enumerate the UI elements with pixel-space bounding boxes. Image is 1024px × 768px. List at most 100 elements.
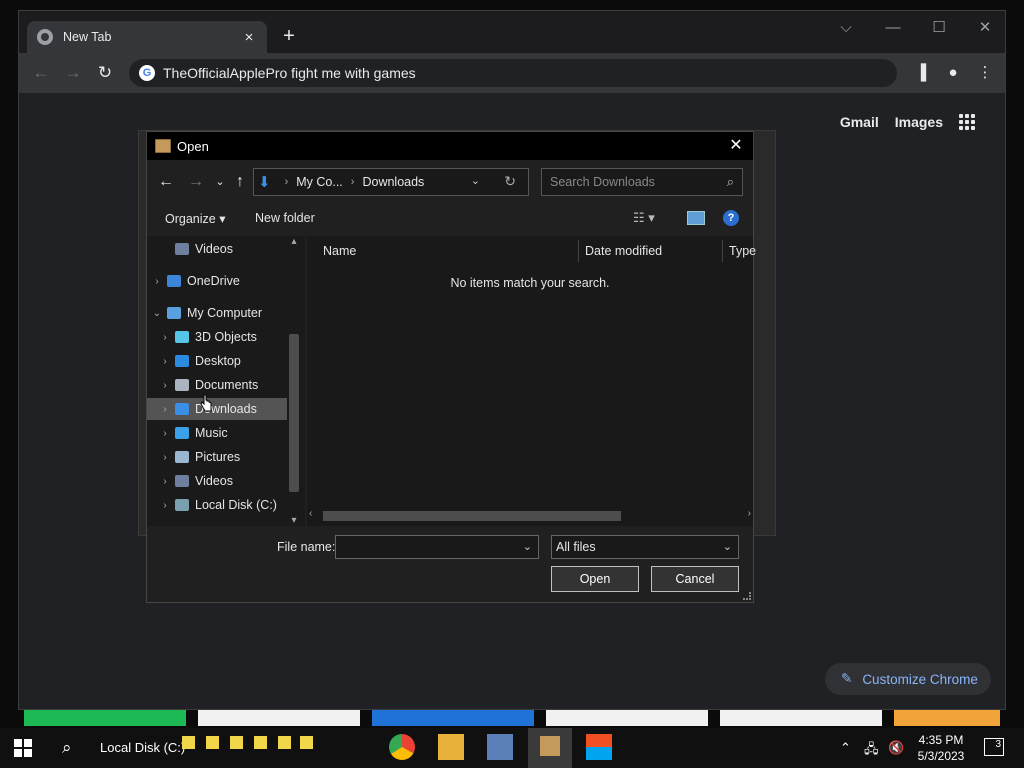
sticky-note-icon[interactable] bbox=[182, 736, 195, 749]
chrome-taskbar-icon[interactable] bbox=[389, 734, 415, 760]
gmail-link[interactable]: Gmail bbox=[840, 114, 879, 130]
search-icon[interactable]: ⌕ bbox=[62, 738, 72, 758]
remote-desktop-icon[interactable] bbox=[487, 734, 513, 760]
volume-muted-icon[interactable]: 🔇 bbox=[888, 740, 904, 756]
forward-icon[interactable]: → bbox=[185, 171, 207, 193]
tab-title: New Tab bbox=[63, 30, 112, 44]
tree-item-3d-objects[interactable]: › 3D Objects bbox=[147, 326, 287, 348]
column-header-date[interactable]: Date modified bbox=[579, 240, 723, 262]
sticky-note-icon[interactable] bbox=[230, 736, 243, 749]
address-breadcrumb[interactable]: ⬇ › My Co... › Downloads ⌄ ↻ bbox=[253, 168, 529, 196]
shortcut-tile[interactable] bbox=[546, 710, 708, 726]
taskbar-search-label[interactable]: Local Disk (C:) bbox=[100, 740, 185, 755]
sticky-note-icon[interactable] bbox=[254, 736, 267, 749]
reload-icon[interactable]: ↻ bbox=[93, 61, 117, 85]
chevron-right-icon[interactable]: › bbox=[157, 332, 173, 343]
tab-search-icon[interactable]: ⌵ bbox=[834, 19, 858, 39]
preview-pane-icon[interactable] bbox=[687, 211, 705, 225]
close-window-button[interactable]: ✕ bbox=[973, 19, 997, 39]
back-icon[interactable]: ← bbox=[155, 171, 177, 193]
shortcut-tile[interactable] bbox=[720, 710, 882, 726]
file-list-pane: Name Date modified Type No items match y… bbox=[307, 236, 756, 526]
customize-chrome-button[interactable]: ✎ Customize Chrome bbox=[825, 663, 991, 695]
tree-item-videos[interactable]: › Videos bbox=[147, 470, 287, 492]
chevron-right-icon[interactable]: › bbox=[157, 356, 173, 367]
breadcrumb-item[interactable]: My Co... bbox=[296, 175, 343, 189]
scroll-right-icon[interactable]: › bbox=[748, 508, 751, 519]
horizontal-scrollbar[interactable]: ‹ › bbox=[307, 508, 753, 524]
chevron-down-icon[interactable]: ⌄ bbox=[523, 540, 532, 553]
cancel-button[interactable]: Cancel bbox=[651, 566, 739, 592]
tree-item-my-computer[interactable]: ⌄ My Computer bbox=[147, 302, 287, 324]
images-link[interactable]: Images bbox=[895, 114, 943, 130]
tree-item-onedrive[interactable]: › OneDrive bbox=[147, 270, 287, 292]
shortcut-tile[interactable] bbox=[198, 710, 360, 726]
tree-item-local-disk-c[interactable]: › Local Disk (C:) bbox=[147, 494, 287, 516]
windows-start-icon[interactable] bbox=[14, 739, 32, 757]
chevron-right-icon[interactable]: › bbox=[157, 476, 173, 487]
profile-icon[interactable]: ● bbox=[941, 61, 965, 85]
apps-grid-icon[interactable] bbox=[959, 114, 975, 130]
side-panel-icon[interactable]: ▐ bbox=[909, 61, 933, 85]
open-dialog-taskbar-item[interactable] bbox=[528, 728, 572, 768]
address-bar[interactable]: G TheOfficialApplePro fight me with game… bbox=[129, 59, 897, 87]
file-name-input[interactable]: ⌄ bbox=[335, 535, 539, 559]
clock[interactable]: 4:35 PM 5/3/2023 bbox=[916, 732, 966, 764]
new-tab-button[interactable]: + bbox=[277, 25, 301, 49]
minimize-button[interactable]: — bbox=[881, 19, 905, 39]
scroll-up-icon[interactable]: ▴ bbox=[287, 236, 301, 247]
scroll-left-icon[interactable]: ‹ bbox=[309, 508, 312, 519]
view-options-icon[interactable]: ☷ ▾ bbox=[633, 210, 655, 226]
shortcut-tile[interactable] bbox=[24, 710, 186, 726]
tree-item-pictures[interactable]: › Pictures bbox=[147, 446, 287, 468]
tree-item-downloads[interactable]: › Downloads bbox=[147, 398, 287, 420]
nav-scrollbar[interactable]: ▴ ▾ bbox=[287, 236, 301, 526]
sticky-note-icon[interactable] bbox=[206, 736, 219, 749]
tab-close-icon[interactable]: × bbox=[241, 29, 257, 46]
tree-item-documents[interactable]: › Documents bbox=[147, 374, 287, 396]
menu-icon[interactable]: ⋮ bbox=[973, 61, 997, 85]
tab-new-tab[interactable]: New Tab × bbox=[27, 21, 267, 53]
tree-item-desktop[interactable]: › Desktop bbox=[147, 350, 287, 372]
column-header-type[interactable]: Type bbox=[723, 240, 756, 262]
dialog-close-button[interactable]: ✕ bbox=[725, 136, 747, 156]
chevron-up-icon[interactable]: ⌃ bbox=[840, 740, 851, 756]
file-explorer-icon[interactable] bbox=[438, 734, 464, 760]
tree-item-videos[interactable]: Videos bbox=[147, 238, 287, 260]
chevron-right-icon[interactable]: › bbox=[157, 452, 173, 463]
recent-dropdown-icon[interactable]: ⌄ bbox=[209, 171, 231, 193]
chevron-right-icon[interactable]: › bbox=[149, 276, 165, 287]
search-input[interactable]: Search Downloads ⌕ bbox=[541, 168, 743, 196]
taskbar: ⌕ Local Disk (C:) ⌃ 🖧 🔇 4:35 PM 5/3/2023… bbox=[0, 728, 1024, 768]
microsoft-store-icon[interactable] bbox=[586, 734, 612, 760]
new-folder-button[interactable]: New folder bbox=[255, 211, 315, 225]
tree-item-music[interactable]: › Music bbox=[147, 422, 287, 444]
network-icon[interactable]: 🖧 bbox=[864, 740, 879, 762]
chevron-down-icon[interactable]: ⌄ bbox=[471, 174, 480, 187]
file-type-select[interactable]: All files ⌄ bbox=[551, 535, 739, 559]
chevron-right-icon[interactable]: › bbox=[157, 404, 173, 415]
scroll-thumb[interactable] bbox=[323, 511, 621, 521]
back-icon[interactable]: ← bbox=[29, 61, 53, 85]
forward-icon[interactable]: → bbox=[61, 61, 85, 85]
resize-grip-icon[interactable] bbox=[743, 592, 751, 600]
open-button[interactable]: Open bbox=[551, 566, 639, 592]
chevron-right-icon[interactable]: › bbox=[157, 428, 173, 439]
scroll-thumb[interactable] bbox=[289, 334, 299, 492]
organize-button[interactable]: Organize ▾ bbox=[165, 211, 225, 226]
sticky-note-icon[interactable] bbox=[278, 736, 291, 749]
sticky-note-icon[interactable] bbox=[300, 736, 313, 749]
shortcut-tile[interactable] bbox=[894, 710, 1000, 726]
notification-center-icon[interactable]: 3 bbox=[984, 738, 1004, 756]
chevron-right-icon[interactable]: › bbox=[157, 500, 173, 511]
scroll-down-icon[interactable]: ▾ bbox=[287, 515, 301, 526]
chevron-down-icon[interactable]: ⌄ bbox=[149, 308, 165, 319]
breadcrumb-item[interactable]: Downloads bbox=[362, 175, 424, 189]
help-icon[interactable]: ? bbox=[723, 210, 739, 226]
maximize-button[interactable]: ☐ bbox=[927, 19, 951, 39]
refresh-icon[interactable]: ↻ bbox=[504, 173, 516, 190]
column-header-name[interactable]: Name bbox=[307, 240, 579, 262]
up-icon[interactable]: ↑ bbox=[229, 171, 251, 193]
chevron-right-icon[interactable]: › bbox=[157, 380, 173, 391]
shortcut-tile[interactable] bbox=[372, 710, 534, 726]
